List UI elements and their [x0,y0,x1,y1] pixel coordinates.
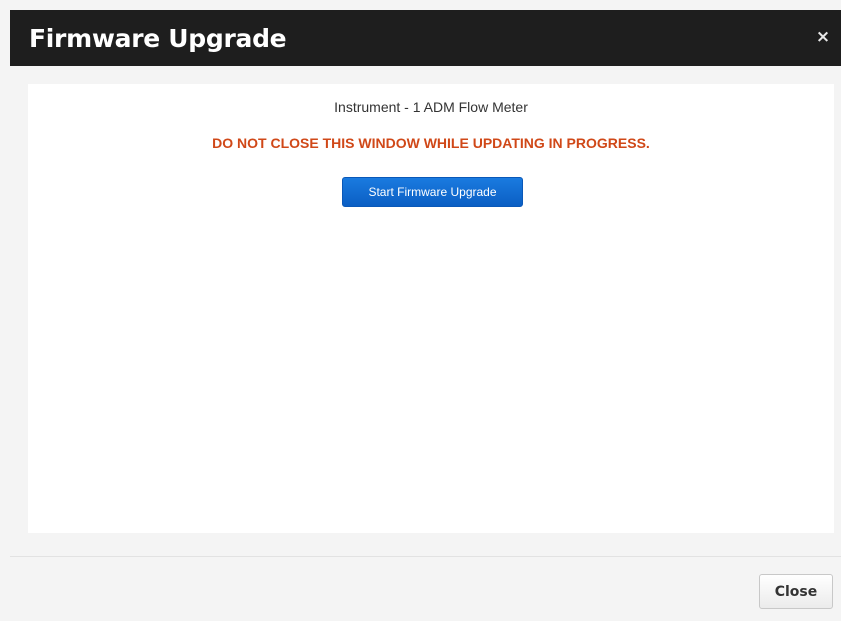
dialog-header: Firmware Upgrade × [10,10,841,66]
dialog-footer: Close [10,556,841,621]
dialog-body: Instrument - 1 ADM Flow Meter DO NOT CLO… [10,66,841,556]
firmware-upgrade-dialog: Firmware Upgrade × Instrument - 1 ADM Fl… [0,0,841,621]
close-button[interactable]: Close [759,574,833,609]
warning-message: DO NOT CLOSE THIS WINDOW WHILE UPDATING … [212,135,650,151]
dialog-title: Firmware Upgrade [29,23,287,53]
start-firmware-upgrade-button[interactable]: Start Firmware Upgrade [342,177,523,207]
instrument-label: Instrument - 1 ADM Flow Meter [334,99,528,115]
close-icon[interactable]: × [813,26,833,48]
content-panel: Instrument - 1 ADM Flow Meter DO NOT CLO… [28,84,834,533]
